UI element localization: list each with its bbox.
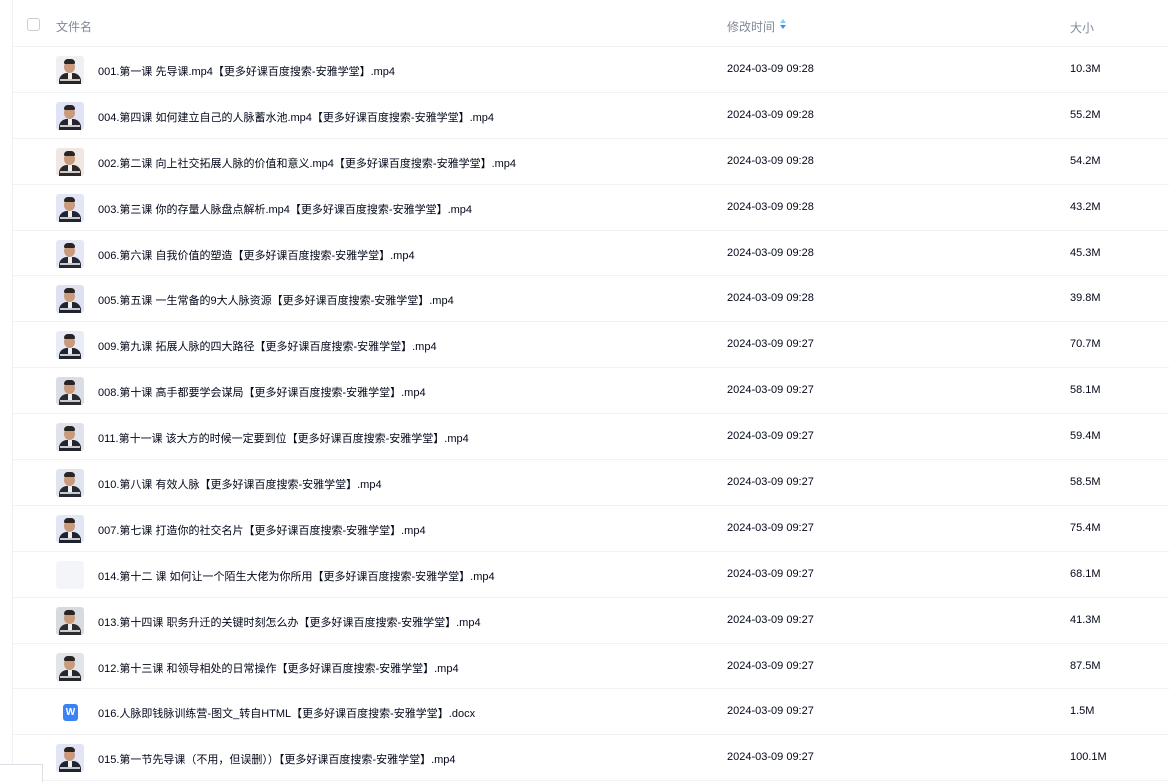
file-size: 1.5M bbox=[1070, 705, 1095, 718]
file-row[interactable]: 012.第十三课 和领导相处的日常操作【更多好课百度搜索-安雅学堂】.mp4 20… bbox=[13, 644, 1169, 690]
word-doc-icon: W bbox=[63, 704, 78, 722]
video-thumbnail bbox=[56, 606, 84, 635]
file-name[interactable]: 013.第十四课 职务升迁的关键时刻怎么办【更多好课百度搜索-安雅学堂】.mp4 bbox=[98, 614, 481, 630]
file-size: 43.2M bbox=[1070, 200, 1101, 213]
video-thumbnail bbox=[56, 652, 84, 681]
file-name[interactable]: 012.第十三课 和领导相处的日常操作【更多好课百度搜索-安雅学堂】.mp4 bbox=[98, 660, 459, 676]
file-list: 001.第一课 先导课.mp4【更多好课百度搜索-安雅学堂】.mp4 2024-0… bbox=[13, 47, 1169, 782]
file-modified-time: 2024-03-09 09:27 bbox=[727, 476, 814, 489]
video-thumbnail bbox=[56, 147, 84, 176]
file-size: 41.3M bbox=[1070, 613, 1101, 626]
file-name[interactable]: 005.第五课 一生常备的9大人脉资源【更多好课百度搜索-安雅学堂】.mp4 bbox=[98, 292, 454, 308]
file-modified-time: 2024-03-09 09:27 bbox=[727, 751, 814, 764]
video-thumbnail bbox=[56, 56, 84, 84]
file-row[interactable]: 005.第五课 一生常备的9大人脉资源【更多好课百度搜索-安雅学堂】.mp4 20… bbox=[13, 276, 1169, 323]
video-thumbnail bbox=[56, 514, 84, 543]
file-modified-time: 2024-03-09 09:27 bbox=[727, 521, 814, 534]
file-modified-time: 2024-03-09 09:27 bbox=[727, 705, 814, 718]
file-size: 68.1M bbox=[1070, 567, 1101, 580]
file-modified-time: 2024-03-09 09:28 bbox=[727, 108, 814, 121]
file-name[interactable]: 009.第九课 拓展人脉的四大路径【更多好课百度搜索-安雅学堂】.mp4 bbox=[98, 338, 437, 354]
video-thumbnail bbox=[56, 101, 84, 130]
file-size: 87.5M bbox=[1070, 659, 1101, 672]
file-row[interactable]: 003.第三课 你的存量人脉盘点解析.mp4【更多好课百度搜索-安雅学堂】.mp… bbox=[13, 185, 1169, 231]
file-row[interactable]: 007.第七课 打造你的社交名片【更多好课百度搜索-安雅学堂】.mp4 2024-… bbox=[13, 506, 1169, 552]
file-size: 45.3M bbox=[1070, 246, 1101, 259]
video-thumbnail bbox=[56, 744, 84, 773]
file-row[interactable]: 013.第十四课 职务升迁的关键时刻怎么办【更多好课百度搜索-安雅学堂】.mp4… bbox=[13, 598, 1169, 644]
file-row[interactable]: 004.第四课 如何建立自己的人脉蓄水池.mp4【更多好课百度搜索-安雅学堂】.… bbox=[13, 93, 1169, 139]
select-all-checkbox[interactable] bbox=[27, 18, 40, 31]
file-row[interactable]: 009.第九课 拓展人脉的四大路径【更多好课百度搜索-安雅学堂】.mp4 2024… bbox=[13, 322, 1169, 369]
file-modified-time: 2024-03-09 09:27 bbox=[727, 567, 814, 580]
video-thumbnail bbox=[56, 377, 84, 406]
column-header-name[interactable]: 文件名 bbox=[56, 18, 92, 35]
file-modified-time: 2024-03-09 09:28 bbox=[727, 200, 814, 213]
file-size: 58.1M bbox=[1070, 384, 1101, 397]
file-name[interactable]: 016.人脉即钱脉训练营-图文_转自HTML【更多好课百度搜索-安雅学堂】.do… bbox=[98, 705, 475, 721]
file-name[interactable]: 008.第十课 高手都要学会谋局【更多好课百度搜索-安雅学堂】.mp4 bbox=[98, 384, 426, 400]
file-modified-time: 2024-03-09 09:28 bbox=[727, 63, 814, 75]
file-size: 100.1M bbox=[1070, 751, 1107, 764]
video-thumbnail bbox=[56, 193, 84, 222]
file-modified-time: 2024-03-09 09:28 bbox=[727, 246, 814, 259]
file-name[interactable]: 002.第二课 向上社交拓展人脉的价值和意义.mp4【更多好课百度搜索-安雅学堂… bbox=[98, 155, 516, 171]
file-name[interactable]: 011.第十一课 该大方的时候一定要到位【更多好课百度搜索-安雅学堂】.mp4 bbox=[98, 430, 469, 446]
file-row[interactable]: 008.第十课 高手都要学会谋局【更多好课百度搜索-安雅学堂】.mp4 2024-… bbox=[13, 368, 1169, 415]
file-row[interactable]: 015.第一节先导课（不用，但误删））【更多好课百度搜索-安雅学堂】.mp4 20… bbox=[13, 735, 1169, 782]
file-row[interactable]: 002.第二课 向上社交拓展人脉的价值和意义.mp4【更多好课百度搜索-安雅学堂… bbox=[13, 139, 1169, 185]
sort-toggle-icon[interactable] bbox=[779, 18, 787, 30]
file-size: 75.4M bbox=[1070, 521, 1101, 534]
file-row[interactable]: 010.第八课 有效人脉【更多好课百度搜索-安雅学堂】.mp4 2024-03-0… bbox=[13, 460, 1169, 506]
file-name[interactable]: 014.第十二 课 如何让一个陌生大佬为你所用【更多好课百度搜索-安雅学堂】.m… bbox=[98, 568, 495, 584]
file-name[interactable]: 007.第七课 打造你的社交名片【更多好课百度搜索-安雅学堂】.mp4 bbox=[98, 522, 426, 538]
file-list-header: 文件名 修改时间 大小 bbox=[13, 0, 1169, 47]
file-modified-time: 2024-03-09 09:28 bbox=[727, 154, 814, 167]
file-modified-time: 2024-03-09 09:28 bbox=[727, 292, 814, 305]
file-name[interactable]: 010.第八课 有效人脉【更多好课百度搜索-安雅学堂】.mp4 bbox=[98, 476, 382, 492]
video-thumbnail bbox=[56, 285, 84, 314]
file-size: 59.4M bbox=[1070, 430, 1101, 443]
file-size: 10.3M bbox=[1070, 63, 1101, 75]
file-size: 70.7M bbox=[1070, 338, 1101, 351]
column-header-modified-time[interactable]: 修改时间 bbox=[727, 18, 775, 35]
file-row[interactable]: 001.第一课 先导课.mp4【更多好课百度搜索-安雅学堂】.mp4 2024-0… bbox=[13, 47, 1169, 93]
file-name[interactable]: 001.第一课 先导课.mp4【更多好课百度搜索-安雅学堂】.mp4 bbox=[98, 63, 395, 79]
blank-thumbnail bbox=[56, 560, 84, 589]
file-row[interactable]: 006.第六课 自我价值的塑造【更多好课百度搜索-安雅学堂】.mp4 2024-0… bbox=[13, 231, 1169, 277]
video-thumbnail bbox=[56, 469, 84, 498]
file-size: 54.2M bbox=[1070, 154, 1101, 167]
column-header-size[interactable]: 大小 bbox=[1070, 19, 1094, 36]
file-size: 39.8M bbox=[1070, 292, 1101, 305]
corner-panel bbox=[0, 764, 43, 782]
file-modified-time: 2024-03-09 09:27 bbox=[727, 384, 814, 397]
file-name[interactable]: 003.第三课 你的存量人脉盘点解析.mp4【更多好课百度搜索-安雅学堂】.mp… bbox=[98, 201, 472, 217]
video-thumbnail bbox=[56, 239, 84, 268]
video-thumbnail bbox=[56, 331, 84, 360]
file-name[interactable]: 015.第一节先导课（不用，但误删））【更多好课百度搜索-安雅学堂】.mp4 bbox=[98, 751, 456, 767]
file-modified-time: 2024-03-09 09:27 bbox=[727, 659, 814, 672]
file-size: 58.5M bbox=[1070, 476, 1101, 489]
file-size: 55.2M bbox=[1070, 108, 1101, 121]
file-row[interactable]: 014.第十二 课 如何让一个陌生大佬为你所用【更多好课百度搜索-安雅学堂】.m… bbox=[13, 552, 1169, 598]
file-row[interactable]: W 016.人脉即钱脉训练营-图文_转自HTML【更多好课百度搜索-安雅学堂】.d… bbox=[13, 689, 1169, 736]
file-name[interactable]: 004.第四课 如何建立自己的人脉蓄水池.mp4【更多好课百度搜索-安雅学堂】.… bbox=[98, 109, 494, 125]
file-modified-time: 2024-03-09 09:27 bbox=[727, 430, 814, 443]
video-thumbnail bbox=[56, 423, 84, 452]
file-modified-time: 2024-03-09 09:27 bbox=[727, 613, 814, 626]
file-row[interactable]: 011.第十一课 该大方的时候一定要到位【更多好课百度搜索-安雅学堂】.mp4 2… bbox=[13, 414, 1169, 461]
file-modified-time: 2024-03-09 09:27 bbox=[727, 338, 814, 351]
file-name[interactable]: 006.第六课 自我价值的塑造【更多好课百度搜索-安雅学堂】.mp4 bbox=[98, 247, 415, 263]
